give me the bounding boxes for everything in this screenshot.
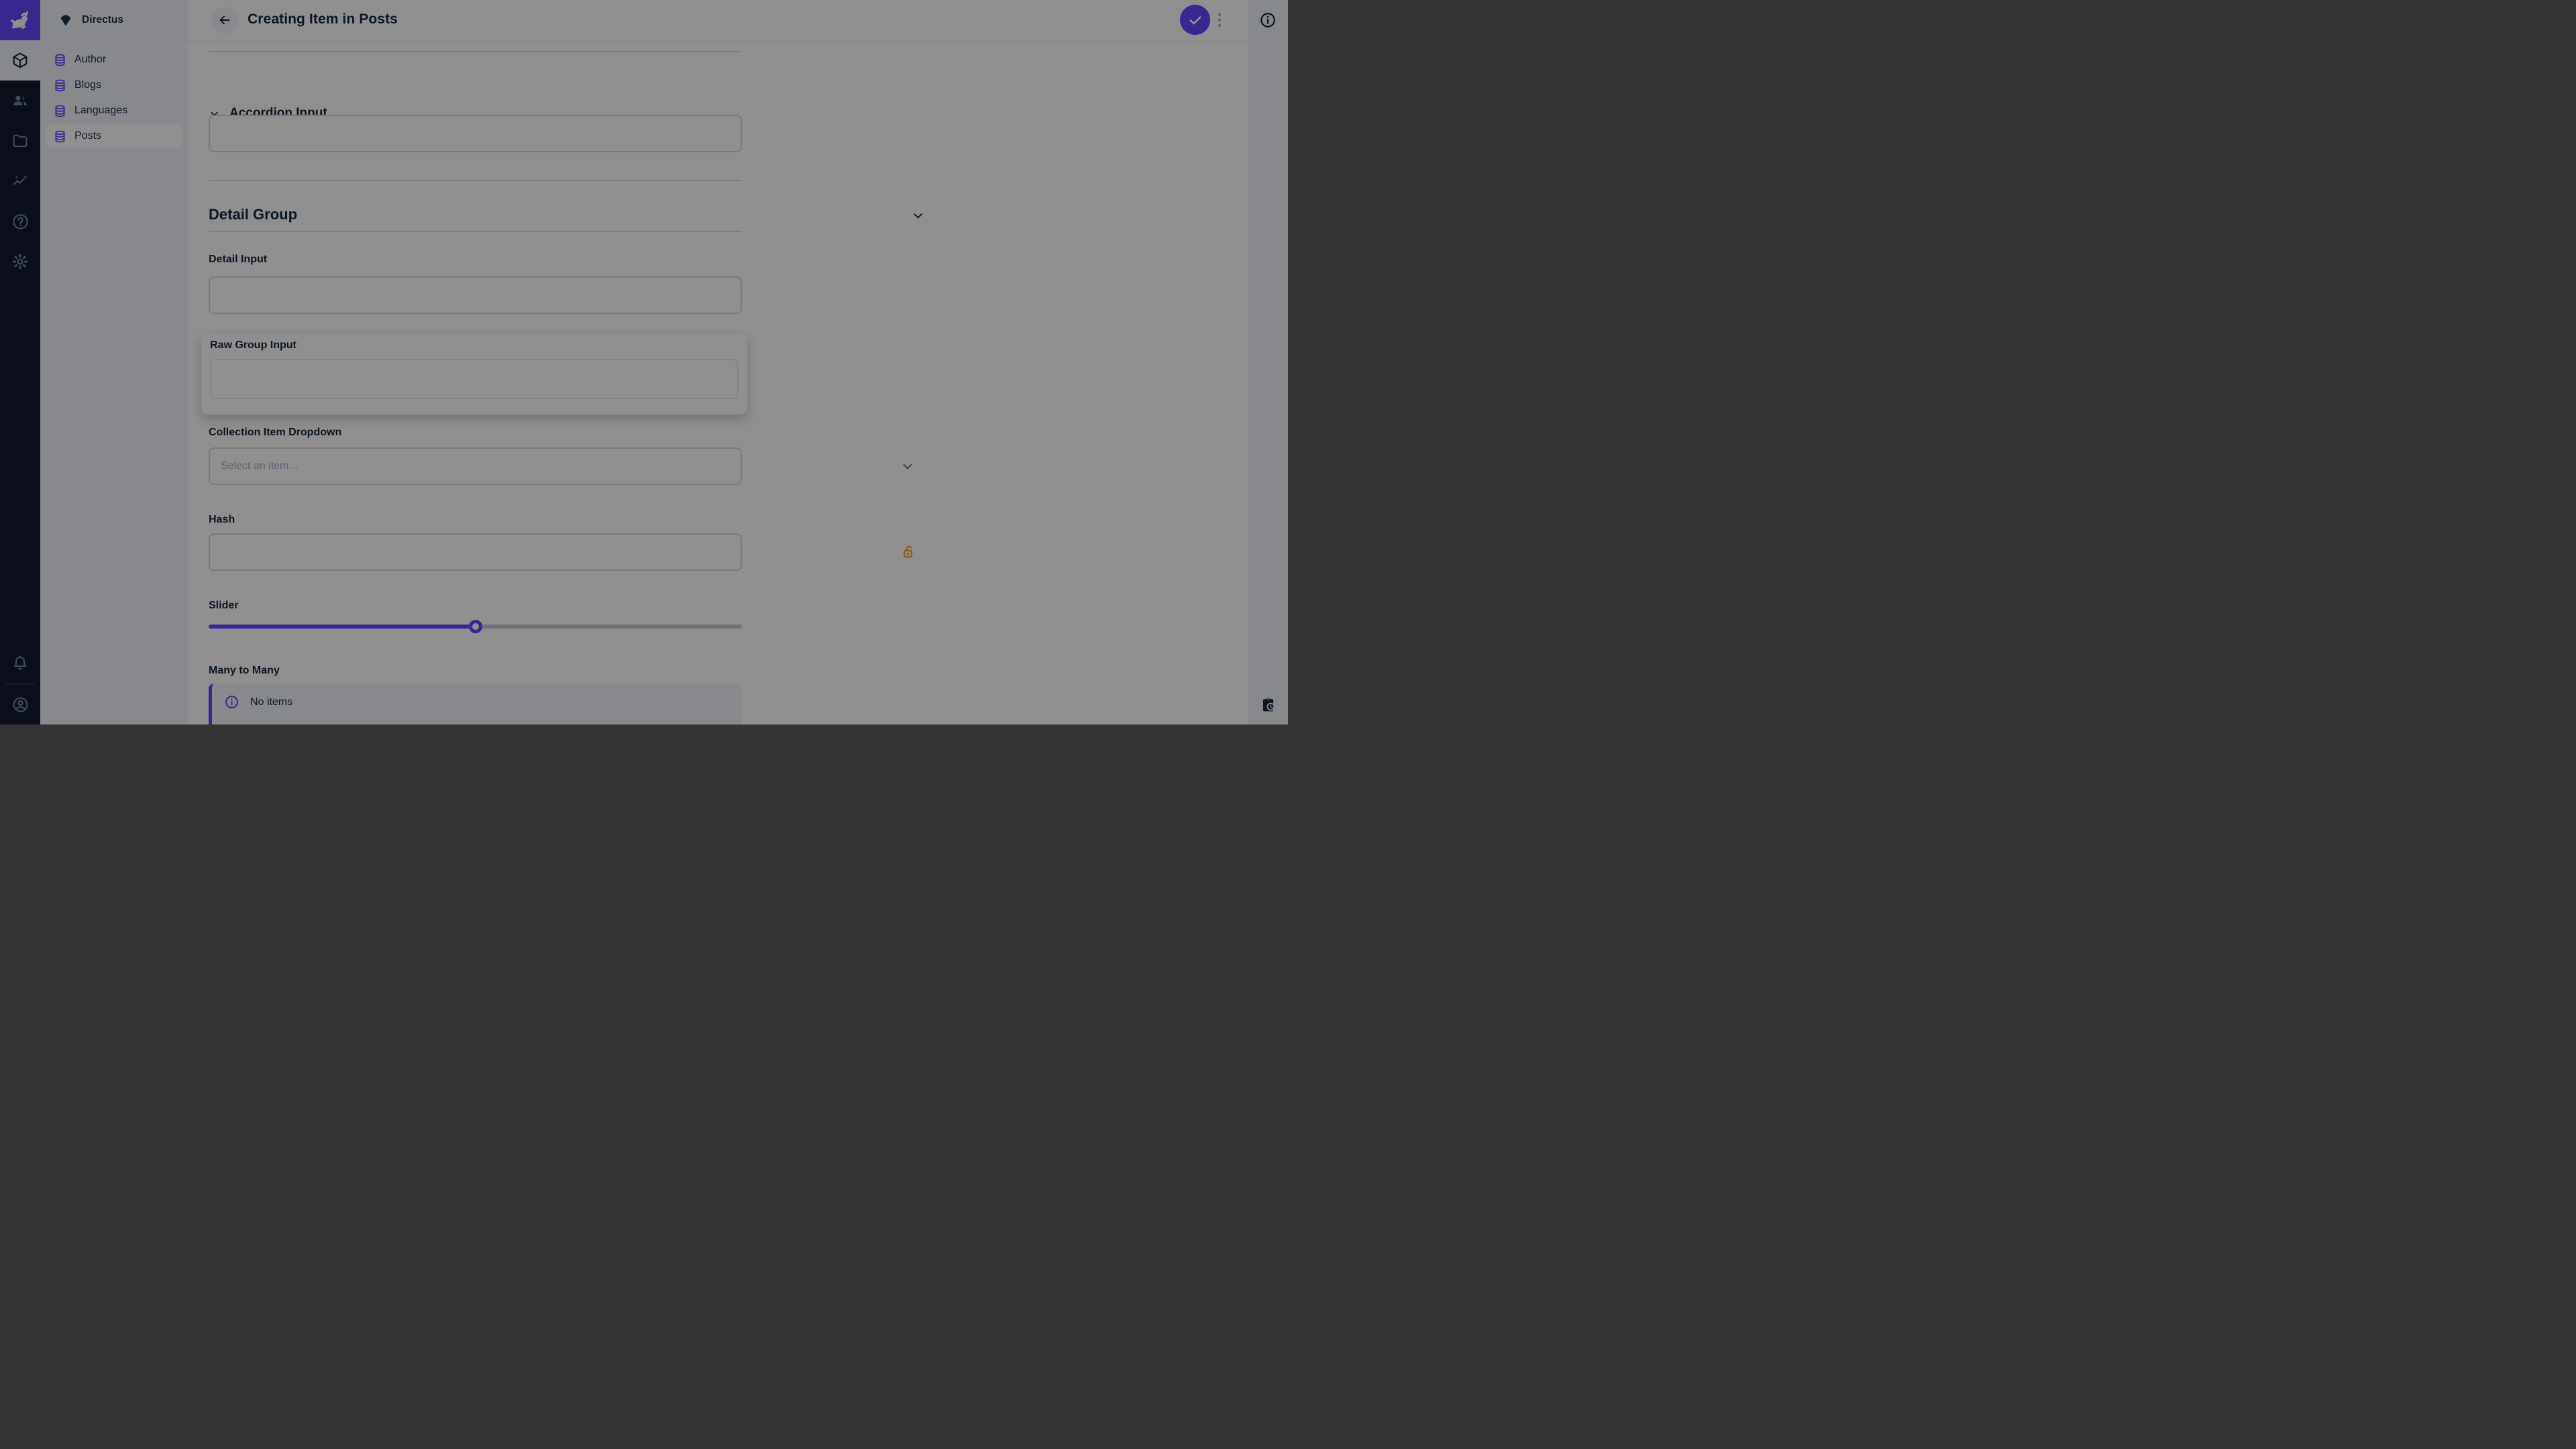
page-title: Creating Item in Posts (248, 11, 398, 28)
slider-label: Slider (209, 600, 238, 612)
collections-sidebar: Directus Author (40, 0, 188, 724)
detail-input-label: Detail Input (209, 254, 267, 266)
raw-group-input-card: Raw Group Input (201, 333, 747, 415)
info-sidebar-toggle[interactable] (1248, 0, 1288, 40)
check-icon (1187, 12, 1203, 28)
sidebar-item-languages[interactable]: Languages (46, 99, 182, 123)
lock-open-icon (899, 543, 917, 561)
bell-icon (11, 655, 29, 672)
sidebar-item-posts[interactable]: Posts (46, 124, 182, 148)
module-files[interactable] (0, 121, 40, 161)
slider-fill (209, 625, 476, 629)
rabbit-logo-icon (9, 9, 32, 32)
info-icon (1259, 11, 1277, 29)
sidebar-item-label: Languages (74, 105, 127, 117)
divider (209, 231, 742, 232)
sidebar-item-label: Blogs (74, 79, 101, 91)
clipboard-clock-icon (1259, 696, 1277, 714)
sidebar-item-blogs[interactable]: Blogs (46, 73, 182, 97)
directus-logo[interactable] (0, 0, 40, 40)
m2m-label: Many to Many (209, 665, 280, 677)
revisions-sidebar-toggle[interactable] (1248, 684, 1288, 724)
kebab-icon (1218, 12, 1222, 28)
raw-group-input-label: Raw Group Input (210, 339, 297, 352)
collection-item-dropdown[interactable] (209, 447, 742, 485)
project-name: Directus (82, 14, 123, 26)
folder-icon (11, 132, 29, 150)
users-icon (11, 92, 29, 109)
help-icon (11, 213, 30, 231)
database-icon (53, 78, 67, 93)
info-circle-icon (224, 694, 239, 710)
fan-icon (58, 12, 74, 28)
avatar-icon (11, 696, 30, 714)
cube-icon (11, 52, 29, 69)
module-users[interactable] (0, 80, 40, 121)
database-icon (53, 104, 67, 118)
chevron-down-icon[interactable] (911, 209, 925, 223)
divider (209, 180, 742, 181)
item-form: Accordion Input Detail Group Detail Inpu… (188, 40, 1248, 724)
slider-handle[interactable] (469, 620, 482, 633)
info-sidebar (1248, 0, 1288, 724)
save-button[interactable] (1180, 5, 1210, 35)
module-help[interactable] (0, 201, 40, 241)
raw-group-input-field[interactable] (210, 359, 739, 399)
back-button[interactable] (211, 7, 238, 34)
database-icon (53, 129, 67, 144)
sidebar-item-label: Author (74, 54, 106, 66)
divider (209, 51, 742, 52)
project-chip[interactable]: Directus (40, 0, 188, 40)
directus-app: Directus Author (0, 0, 1288, 724)
module-settings[interactable] (0, 241, 40, 282)
notifications-button[interactable] (0, 643, 40, 684)
module-insights[interactable] (0, 161, 40, 201)
user-menu-button[interactable] (0, 684, 40, 724)
dropdown-label: Collection Item Dropdown (209, 427, 341, 439)
arrow-left-icon (217, 13, 232, 28)
gear-icon (11, 253, 29, 270)
module-content[interactable] (0, 40, 40, 80)
detail-input-field[interactable] (209, 276, 742, 314)
hash-field[interactable] (209, 533, 742, 571)
chevron-down-icon[interactable] (900, 459, 915, 474)
module-bar (0, 0, 40, 724)
hash-label: Hash (209, 514, 235, 526)
more-options-button[interactable] (1212, 5, 1228, 35)
m2m-empty-text: No items (250, 696, 292, 708)
m2m-empty-notice: No items (209, 684, 742, 724)
detail-group-header[interactable]: Detail Group (209, 206, 297, 223)
detail-group-label: Detail Group (209, 206, 297, 223)
accordion-input-field[interactable] (209, 115, 742, 152)
insights-icon (11, 172, 29, 190)
sidebar-item-label: Posts (74, 130, 101, 142)
slider-control[interactable] (209, 619, 742, 634)
sidebar-item-author[interactable]: Author (46, 48, 182, 72)
database-icon (53, 53, 67, 67)
